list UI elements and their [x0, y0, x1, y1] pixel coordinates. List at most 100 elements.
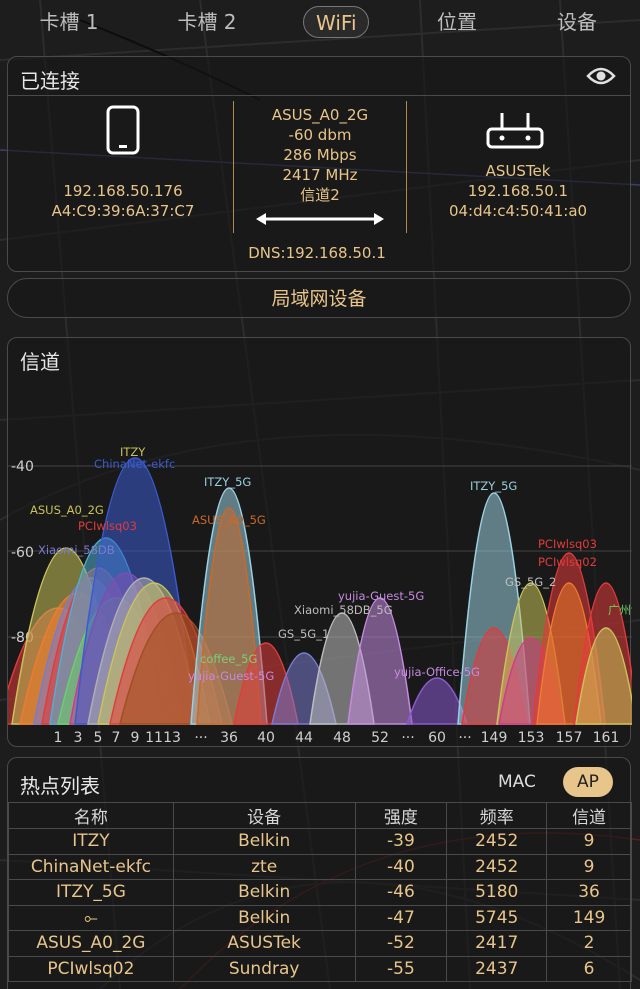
x-tick-label: 11 [145, 730, 163, 746]
cell-strength: -55 [354, 955, 448, 982]
network-label: yujia-Office-5G [394, 665, 480, 679]
network-label: ASUS_A0_5G [192, 513, 266, 527]
cell-frequency: 2437 [446, 955, 548, 982]
table-row[interactable]: ITZY_5G Belkin -46 5180 36 [8, 879, 632, 906]
x-tick-label: 60 [428, 730, 446, 746]
tab-sim1[interactable]: 卡槽 1 [28, 6, 110, 38]
cell-channel: 149 [546, 904, 632, 931]
link-speed: 286 Mbps [283, 146, 357, 164]
cell-vendor: zte [172, 853, 356, 880]
tab-sim2[interactable]: 卡槽 2 [166, 6, 248, 38]
cell-channel: 9 [546, 828, 632, 855]
signal-strength: -60 dbm [288, 126, 352, 144]
channel-number: 信道2 [300, 186, 340, 204]
mac-toggle[interactable]: MAC [498, 772, 536, 792]
network-label: PCIwlsq02 [538, 555, 597, 569]
tab-location[interactable]: 位置 [425, 6, 489, 38]
divider-right [406, 101, 407, 233]
x-tick-label: 5 [94, 730, 103, 746]
network-label: coffee_5G [200, 652, 257, 666]
network-label: ChinaNet-ekfc [94, 457, 175, 471]
tab-device[interactable]: 设备 [545, 6, 609, 38]
network-label: PCIwlsq03 [78, 519, 137, 533]
eye-icon[interactable] [586, 65, 616, 87]
x-tick-label: 153 [518, 730, 545, 746]
network-label: ASUS_A0_2G [30, 503, 104, 517]
router-ip: 192.168.50.1 [467, 182, 569, 200]
cell-strength: -40 [354, 853, 448, 880]
hotspot-table: 名称 设备 强度 频率 信道 ITZY Belkin -39 2452 9 ChinaNe… [8, 802, 632, 982]
x-tick-label: 48 [333, 730, 351, 746]
hotspot-title: 热点列表 [20, 774, 100, 798]
cell-strength: -52 [354, 930, 448, 957]
column-header-channel: 信道 [546, 802, 632, 829]
x-tick-label: 149 [481, 730, 508, 746]
cell-name: ITZY [8, 828, 174, 855]
network-label: Xiaomi_58DB [38, 543, 115, 557]
header-divider [8, 95, 630, 96]
network-label: PCIwlsq03 [538, 537, 597, 551]
cell-vendor: Belkin [172, 879, 356, 906]
frequency: 2417 MHz [282, 166, 358, 184]
cell-channel: 36 [546, 879, 632, 906]
network-label: yujia-Guest-5G [188, 669, 274, 683]
cell-vendor: Belkin [172, 828, 356, 855]
cell-strength: -46 [354, 879, 448, 906]
tab-wifi[interactable]: WiFi [303, 6, 369, 38]
x-tick-label: 9 [131, 730, 140, 746]
x-tick-label: ··· [458, 730, 471, 746]
table-row[interactable]: ⟜ Belkin -47 5745 149 [8, 904, 632, 931]
y-tick: -40 [11, 459, 34, 475]
column-header-strength: 强度 [354, 802, 448, 829]
table-row[interactable]: ChinaNet-ekfc zte -40 2452 9 [8, 853, 632, 880]
cell-frequency: 5180 [446, 879, 548, 906]
channel-chart: -40 -60 -80 ITZYChinaNet-ekfcASUS_A0_2GP… [8, 445, 632, 746]
network-label: ITZY_5G [470, 479, 517, 493]
cell-vendor: ASUSTek [172, 930, 356, 957]
cell-channel: 9 [546, 853, 632, 880]
cell-channel: 6 [546, 955, 632, 982]
x-tick-label: 36 [220, 730, 238, 746]
x-tick-label: ··· [401, 730, 414, 746]
table-row[interactable]: ITZY Belkin -39 2452 9 [8, 828, 632, 855]
channel-panel: 信道 -40 -60 -80 ITZY ChinaNet-ekfc ASUS_A0_… [7, 337, 632, 747]
network-label: Xiaomi_58DB_5G [294, 603, 393, 617]
top-tab-bar: 卡槽 1 卡槽 2 WiFi 位置 设备 [0, 0, 640, 44]
x-tick-label: 52 [371, 730, 389, 746]
cell-frequency: 5745 [446, 904, 548, 931]
cell-strength: -39 [354, 828, 448, 855]
dns-address: DNS:192.168.50.1 [248, 244, 386, 262]
hotspot-panel: 热点列表 MAC AP 名称 设备 强度 频率 信道 ITZY Belkin -39… [7, 757, 632, 989]
column-header-frequency: 频率 [446, 802, 548, 829]
cell-strength: -47 [354, 904, 448, 931]
cell-name: ChinaNet-ekfc [8, 853, 174, 880]
x-tick-label: 157 [556, 730, 583, 746]
phone-icon [106, 105, 140, 155]
x-tick-label: ··· [194, 730, 207, 746]
x-tick-label: 7 [112, 730, 121, 746]
network-label: ITZY_5G [204, 475, 251, 489]
table-row[interactable]: PCIwlsq02 Sundray -55 2437 6 [8, 955, 632, 982]
x-tick-label: 1 [54, 730, 63, 746]
x-tick-label: 3 [74, 730, 83, 746]
x-tick-label: 44 [295, 730, 313, 746]
network-label: GS_5G_2 [505, 575, 556, 589]
network-label: 广州制信 [608, 603, 632, 617]
x-tick-label: 40 [257, 730, 275, 746]
lan-devices-button[interactable]: 局域网设备 [7, 278, 631, 318]
table-header-row: 名称 设备 强度 频率 信道 [8, 802, 632, 829]
column-header-name: 名称 [8, 802, 174, 829]
router-icon [486, 113, 544, 149]
y-tick: -60 [11, 545, 34, 561]
router-mac: 04:d4:c4:50:41:a0 [448, 202, 588, 220]
bidirectional-arrow-icon [256, 213, 384, 225]
device-mac: A4:C9:39:6A:37:C7 [51, 202, 195, 220]
cell-vendor: Belkin [172, 904, 356, 931]
table-row[interactable]: ASUS_A0_2G ASUSTek -52 2417 2 [8, 930, 632, 957]
cell-name: ITZY_5G [8, 879, 174, 906]
ap-toggle[interactable]: AP [563, 767, 613, 797]
cell-frequency: 2452 [446, 853, 548, 880]
device-ip: 192.168.50.176 [63, 182, 183, 200]
connected-panel: 已连接 192.168.50.176 A4:C9:39:6A:37:C7 ASU… [7, 56, 631, 272]
x-tick-label: 13 [163, 730, 181, 746]
